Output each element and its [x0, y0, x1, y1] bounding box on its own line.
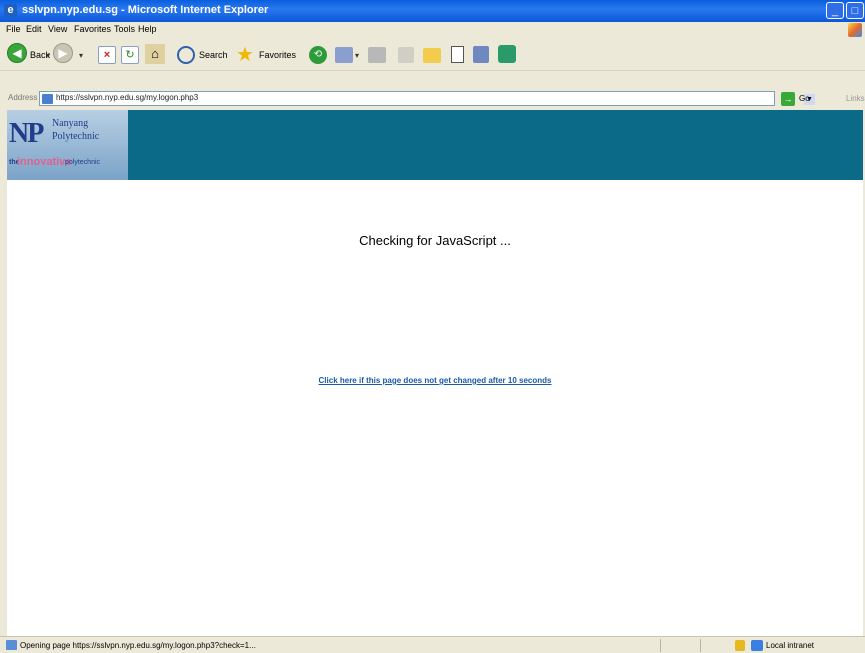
logo-tagline: the innovative polytechnic	[7, 156, 128, 170]
go-arrow-icon[interactable]: →	[781, 92, 795, 106]
favorites-star-icon[interactable]: ★	[236, 44, 254, 66]
menu-view[interactable]: View	[48, 24, 67, 34]
ie-window: e sslvpn.nyp.edu.sg - Microsoft Internet…	[0, 0, 865, 653]
search-icon[interactable]	[177, 46, 195, 64]
favorites-button-label[interactable]: Favorites	[259, 50, 296, 60]
page-icon	[42, 94, 53, 104]
page-content: NP Nanyang Polytechnic the innovative po…	[7, 110, 863, 636]
minimize-button[interactable]: _	[826, 2, 844, 19]
mail-icon[interactable]	[335, 47, 353, 63]
status-divider	[660, 639, 661, 652]
tagline-suffix: polytechnic	[65, 159, 101, 166]
address-url[interactable]: https://sslvpn.nyp.edu.sg/my.logon.php3	[56, 93, 198, 102]
maximize-button[interactable]: □	[846, 2, 864, 19]
menu-favorites[interactable]: Favorites	[74, 24, 111, 34]
page-loading-icon	[6, 640, 17, 650]
forward-dropdown-icon[interactable]: ▾	[79, 51, 83, 60]
menu-bar: File Edit View Favorites Tools Help	[0, 22, 865, 38]
window-title: sslvpn.nyp.edu.sg - Microsoft Internet E…	[22, 4, 269, 16]
edit-icon[interactable]	[398, 47, 414, 63]
menu-help[interactable]: Help	[138, 24, 157, 34]
history-icon[interactable]: ⟲	[309, 46, 327, 64]
document-icon[interactable]	[451, 46, 464, 63]
menu-tools[interactable]: Tools	[114, 24, 135, 34]
standard-toolbar: ◀ Back ▾ ▶ ▾ × ↻ ⌂ Search ★ Favorites ⟲ …	[0, 38, 865, 71]
print-icon[interactable]	[368, 47, 386, 63]
logo-np-letters: NP	[9, 118, 44, 149]
go-button-label[interactable]: Go	[799, 94, 810, 103]
home-icon[interactable]: ⌂	[145, 44, 165, 64]
search-button-label[interactable]: Search	[199, 50, 228, 60]
status-text: Opening page https://sslvpn.nyp.edu.sg/m…	[20, 641, 256, 650]
address-bar: Address https://sslvpn.nyp.edu.sg/my.log…	[0, 90, 865, 108]
address-input[interactable]: https://sslvpn.nyp.edu.sg/my.logon.php3 …	[39, 91, 815, 106]
status-divider	[700, 639, 701, 652]
header-banner: NP Nanyang Polytechnic the innovative po…	[7, 110, 863, 180]
back-arrow-icon[interactable]: ◀	[7, 43, 27, 63]
forward-arrow-icon[interactable]: ▶	[53, 43, 73, 63]
title-bar: e sslvpn.nyp.edu.sg - Microsoft Internet…	[0, 0, 865, 22]
school-name-line1: Nanyang	[52, 118, 89, 129]
stop-icon[interactable]: ×	[98, 46, 116, 64]
address-label: Address	[8, 93, 38, 102]
back-dropdown-icon[interactable]: ▾	[46, 51, 50, 60]
refresh-icon[interactable]: ↻	[121, 46, 139, 64]
links-label[interactable]: Links	[846, 94, 865, 103]
tagline-word: innovative	[17, 156, 72, 168]
msn-icon[interactable]	[498, 45, 516, 63]
menu-file[interactable]: File	[6, 24, 21, 34]
menu-edit[interactable]: Edit	[26, 24, 42, 34]
javascript-check-message: Checking for JavaScript ...	[359, 233, 511, 248]
nyp-logo: NP Nanyang Polytechnic the innovative po…	[7, 110, 128, 180]
school-name-line2: Polytechnic	[52, 131, 100, 142]
messenger-icon[interactable]	[473, 46, 489, 63]
secure-lock-icon[interactable]	[735, 640, 745, 651]
ie-icon: e	[4, 4, 17, 17]
windows-flag-icon	[848, 23, 862, 37]
security-zone-label[interactable]: Local intranet	[766, 641, 814, 650]
mail-dropdown-icon[interactable]: ▾	[355, 51, 359, 60]
status-bar: Opening page https://sslvpn.nyp.edu.sg/m…	[0, 636, 865, 653]
intranet-zone-icon[interactable]	[751, 640, 763, 651]
folder-icon[interactable]	[423, 48, 441, 63]
fallback-link[interactable]: Click here if this page does not get cha…	[7, 376, 863, 385]
